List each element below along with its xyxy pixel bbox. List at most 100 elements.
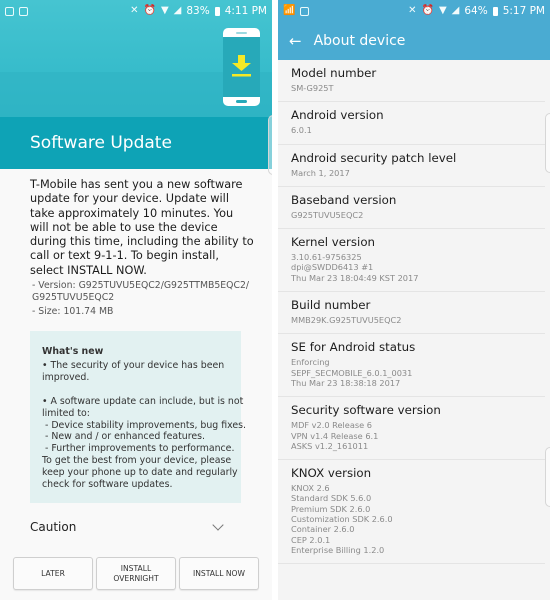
item-value: Thu Mar 23 18:04:49 KST 2017: [291, 272, 419, 283]
clock: 4:11 PM: [224, 5, 267, 17]
edge-panel-handle[interactable]: [268, 115, 272, 175]
whats-new-line: keep your phone up to date and regularly: [42, 467, 238, 479]
alarm-icon: ⏰: [421, 5, 434, 16]
image-notification-icon: [300, 6, 310, 16]
item-value: Standard SDK 5.6.0: [291, 493, 372, 504]
whats-new-line: • The security of your device has been: [42, 359, 225, 371]
item-value: Customization SDK 2.6.0: [291, 514, 393, 525]
update-content: T-Mobile has sent you a new software upd…: [0, 169, 272, 534]
battery-percent: 83%: [186, 5, 210, 17]
software-update-screen: ✕ ⏰ ▼ ◢ 83% 4:11 PM Software Update T-Mo…: [0, 0, 272, 600]
wifi-icon: ▼: [438, 5, 447, 16]
item-value: Thu Mar 23 18:38:18 2017: [291, 377, 401, 388]
nfc-mute-icon: ✕: [130, 5, 139, 16]
item-label: Android security patch level: [291, 150, 457, 165]
later-button[interactable]: LATER: [13, 557, 93, 590]
edge-panel-handle[interactable]: [545, 447, 550, 507]
item-label: Security software version: [291, 403, 441, 418]
item-value: VPN v1.4 Release 6.1: [291, 430, 379, 441]
phone-download-icon: [223, 28, 260, 106]
wifi-icon: ▼: [160, 5, 169, 16]
battery-icon: [492, 6, 498, 16]
item-value: MDF v2.0 Release 6: [291, 420, 372, 431]
signal-icon: ◢: [451, 5, 460, 16]
whats-new-line: check for software updates.: [42, 479, 173, 491]
item-label: Baseband version: [291, 192, 397, 207]
whats-new-line: To get the best from your device, please: [42, 455, 232, 467]
item-value: Enforcing: [291, 357, 330, 368]
about-device-screen: 📶 ✕ ⏰ ▼ ◢ 64% 5:17 PM ← About device Mod…: [278, 0, 550, 600]
title-bar: Software Update: [0, 117, 272, 169]
item-value: 3.10.61-9756325: [291, 252, 362, 263]
whats-new-box: What's new • The security of your device…: [30, 331, 247, 503]
item-label: Build number: [291, 298, 371, 313]
item-value: G925TUVU5EQC2: [291, 209, 364, 220]
update-details: - Version: G925TUVU5EQC2/G925TTMB5EQC2/ …: [0, 278, 272, 318]
device-info-list: Model number SM-G925T Android version 6.0.1…: [278, 60, 550, 565]
install-now-button[interactable]: INSTALL NOW: [179, 557, 259, 590]
size-line: - Size: 101.74 MB: [32, 306, 114, 318]
whats-new-line: - Device stability improvements, bug fix…: [42, 419, 247, 431]
clock: 5:17 PM: [502, 5, 545, 17]
battery-percent: 64%: [464, 5, 488, 17]
title-bar: ← About device: [278, 22, 550, 60]
item-value: dpi@SWDD6413 #1: [291, 262, 374, 273]
list-item[interactable]: Android security patch level March 1, 201…: [278, 145, 545, 187]
item-value: MMB29K.G925TUVU5EQC2: [291, 315, 402, 326]
caution-expander[interactable]: Caution: [30, 515, 230, 539]
status-bar: 📶 ✕ ⏰ ▼ ◢ 64% 5:17 PM: [278, 0, 550, 22]
action-buttons: LATER INSTALL OVERNIGHT INSTALL NOW: [13, 557, 259, 590]
list-item[interactable]: Kernel version 3.10.61-9756325 dpi@SWDD641…: [278, 229, 545, 293]
item-value: SM-G925T: [291, 83, 334, 93]
update-message: T-Mobile has sent you a new software upd…: [30, 178, 254, 277]
item-value: Enterprise Billing 1.2.0: [291, 544, 385, 555]
list-item[interactable]: Baseband version G925TUVU5EQC2: [278, 187, 545, 230]
list-item[interactable]: SE for Android status Enforcing SEPF_SECMO…: [278, 334, 545, 398]
item-value: March 1, 2017: [291, 167, 350, 178]
signal-icon: ◢: [173, 5, 182, 16]
list-item[interactable]: Model number SM-G925T: [278, 60, 545, 103]
alarm-icon: ⏰: [143, 5, 156, 16]
whats-new-line: limited to:: [42, 407, 90, 419]
whats-new-line: - New and / or enhanced features.: [42, 431, 206, 443]
about-device-header: 📶 ✕ ⏰ ▼ ◢ 64% 5:17 PM ← About device: [278, 0, 550, 60]
item-value: SEPF_SECMOBILE_6.0.1_0031: [291, 367, 413, 378]
item-value: KNOX 2.6: [291, 483, 330, 494]
image-notification-icon: [19, 6, 28, 16]
whats-new-line: [42, 384, 229, 396]
list-item[interactable]: Build number MMB29K.G925TUVU5EQC2: [278, 292, 545, 335]
item-value: Container 2.6.0: [291, 524, 355, 535]
item-value: 6.0.1: [291, 125, 312, 136]
back-arrow-icon[interactable]: ←: [289, 32, 302, 50]
whats-new-line: improved.: [42, 371, 90, 383]
list-item[interactable]: Security software version MDF v2.0 Releas…: [278, 397, 545, 461]
caution-label: Caution: [30, 520, 77, 534]
nfc-mute-icon: ✕: [408, 5, 417, 16]
item-label: Kernel version: [291, 235, 376, 250]
wifi-calling-icon: 📶: [283, 5, 296, 16]
install-overnight-button[interactable]: INSTALL OVERNIGHT: [96, 557, 176, 590]
item-label: KNOX version: [291, 466, 372, 481]
tablet-notification-icon: [5, 6, 14, 16]
item-label: SE for Android status: [291, 340, 416, 355]
chevron-down-icon[interactable]: [212, 518, 224, 531]
whats-new-line: - Further improvements to performance.: [42, 443, 235, 455]
version-line-cont: G925TUVU5EQC2: [32, 292, 115, 304]
version-line: - Version: G925TUVU5EQC2/G925TTMB5EQC2/: [32, 280, 250, 292]
whats-new-line: • A software update can include, but is …: [42, 395, 244, 407]
page-title: Software Update: [30, 133, 172, 153]
item-label: Model number: [291, 66, 377, 80]
item-label: Android version: [291, 108, 384, 123]
item-value: Premium SDK 2.6.0: [291, 503, 371, 514]
item-value: CEP 2.0.1: [291, 534, 331, 545]
software-update-header: ✕ ⏰ ▼ ◢ 83% 4:11 PM: [0, 0, 272, 117]
list-item[interactable]: KNOX version KNOX 2.6 Standard SDK 5.6.0 Pr…: [278, 460, 545, 565]
page-title: About device: [313, 33, 406, 49]
item-value: ASKS v1.2_161011: [291, 440, 369, 451]
download-arrow-icon: [232, 55, 251, 77]
edge-panel-handle[interactable]: [545, 113, 550, 173]
battery-icon: [214, 6, 220, 16]
status-bar: ✕ ⏰ ▼ ◢ 83% 4:11 PM: [0, 0, 272, 22]
list-item[interactable]: Android version 6.0.1: [278, 102, 545, 145]
whats-new-title: What's new: [42, 346, 104, 357]
